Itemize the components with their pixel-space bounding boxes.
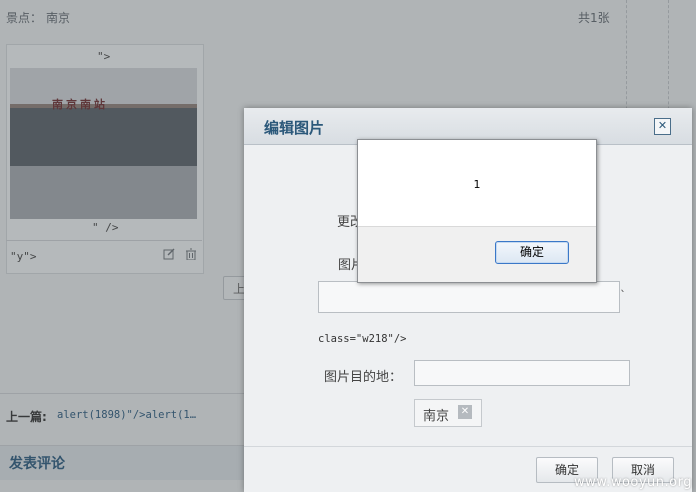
watermark: www.wooyun.org [573,475,692,490]
image-description-textarea[interactable] [318,281,620,313]
destination-tag: 南京 ✕ [414,399,482,427]
alert-dialog: 1 确定 [357,139,597,283]
dialog-footer-divider [244,446,692,447]
dialog-title: 编辑图片 [264,119,325,137]
alert-message: 1 [473,178,481,191]
class-artifact-text: class="w218"/> [318,333,407,345]
textarea-trailing-mark: ˎ [620,278,626,292]
destination-input[interactable] [414,360,630,386]
alert-ok-button[interactable]: 确定 [495,241,569,264]
tag-remove-icon[interactable]: ✕ [458,405,472,419]
destination-tag-label: 南京 [423,409,450,424]
destination-label: 图片目的地： [324,370,403,385]
close-icon[interactable]: ✕ [654,118,671,135]
